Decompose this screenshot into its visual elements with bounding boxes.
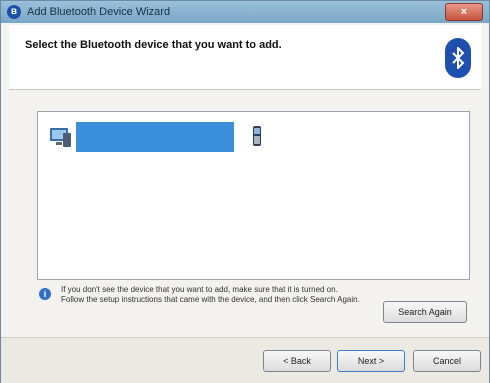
search-again-button[interactable]: Search Again (383, 301, 467, 323)
device-label-selected[interactable] (76, 122, 234, 152)
wizard-window: ʙ Add Bluetooth Device Wizard × Select t… (0, 0, 490, 383)
device-list[interactable] (37, 111, 470, 280)
device-item-phone[interactable] (244, 122, 364, 154)
phone-icon (244, 124, 270, 150)
device-item-computer[interactable] (48, 122, 236, 154)
wizard-footer: < Back Next > Cancel (1, 337, 489, 383)
info-message: If you don't see the device that you wan… (61, 285, 360, 304)
close-button[interactable]: × (445, 3, 483, 21)
back-button[interactable]: < Back (263, 350, 331, 372)
wizard-header: Select the Bluetooth device that you wan… (9, 25, 481, 89)
cancel-button[interactable]: Cancel (413, 350, 481, 372)
bluetooth-icon (445, 38, 471, 78)
title-bar: ʙ Add Bluetooth Device Wizard × (1, 1, 489, 23)
header-divider (9, 89, 481, 90)
page-title: Select the Bluetooth device that you wan… (25, 39, 282, 51)
info-icon: i (39, 288, 51, 300)
next-button[interactable]: Next > (337, 350, 405, 372)
window-title: Add Bluetooth Device Wizard (27, 6, 171, 18)
bluetooth-app-icon: ʙ (7, 5, 21, 19)
computer-icon (48, 124, 74, 150)
device-label[interactable] (272, 122, 362, 152)
